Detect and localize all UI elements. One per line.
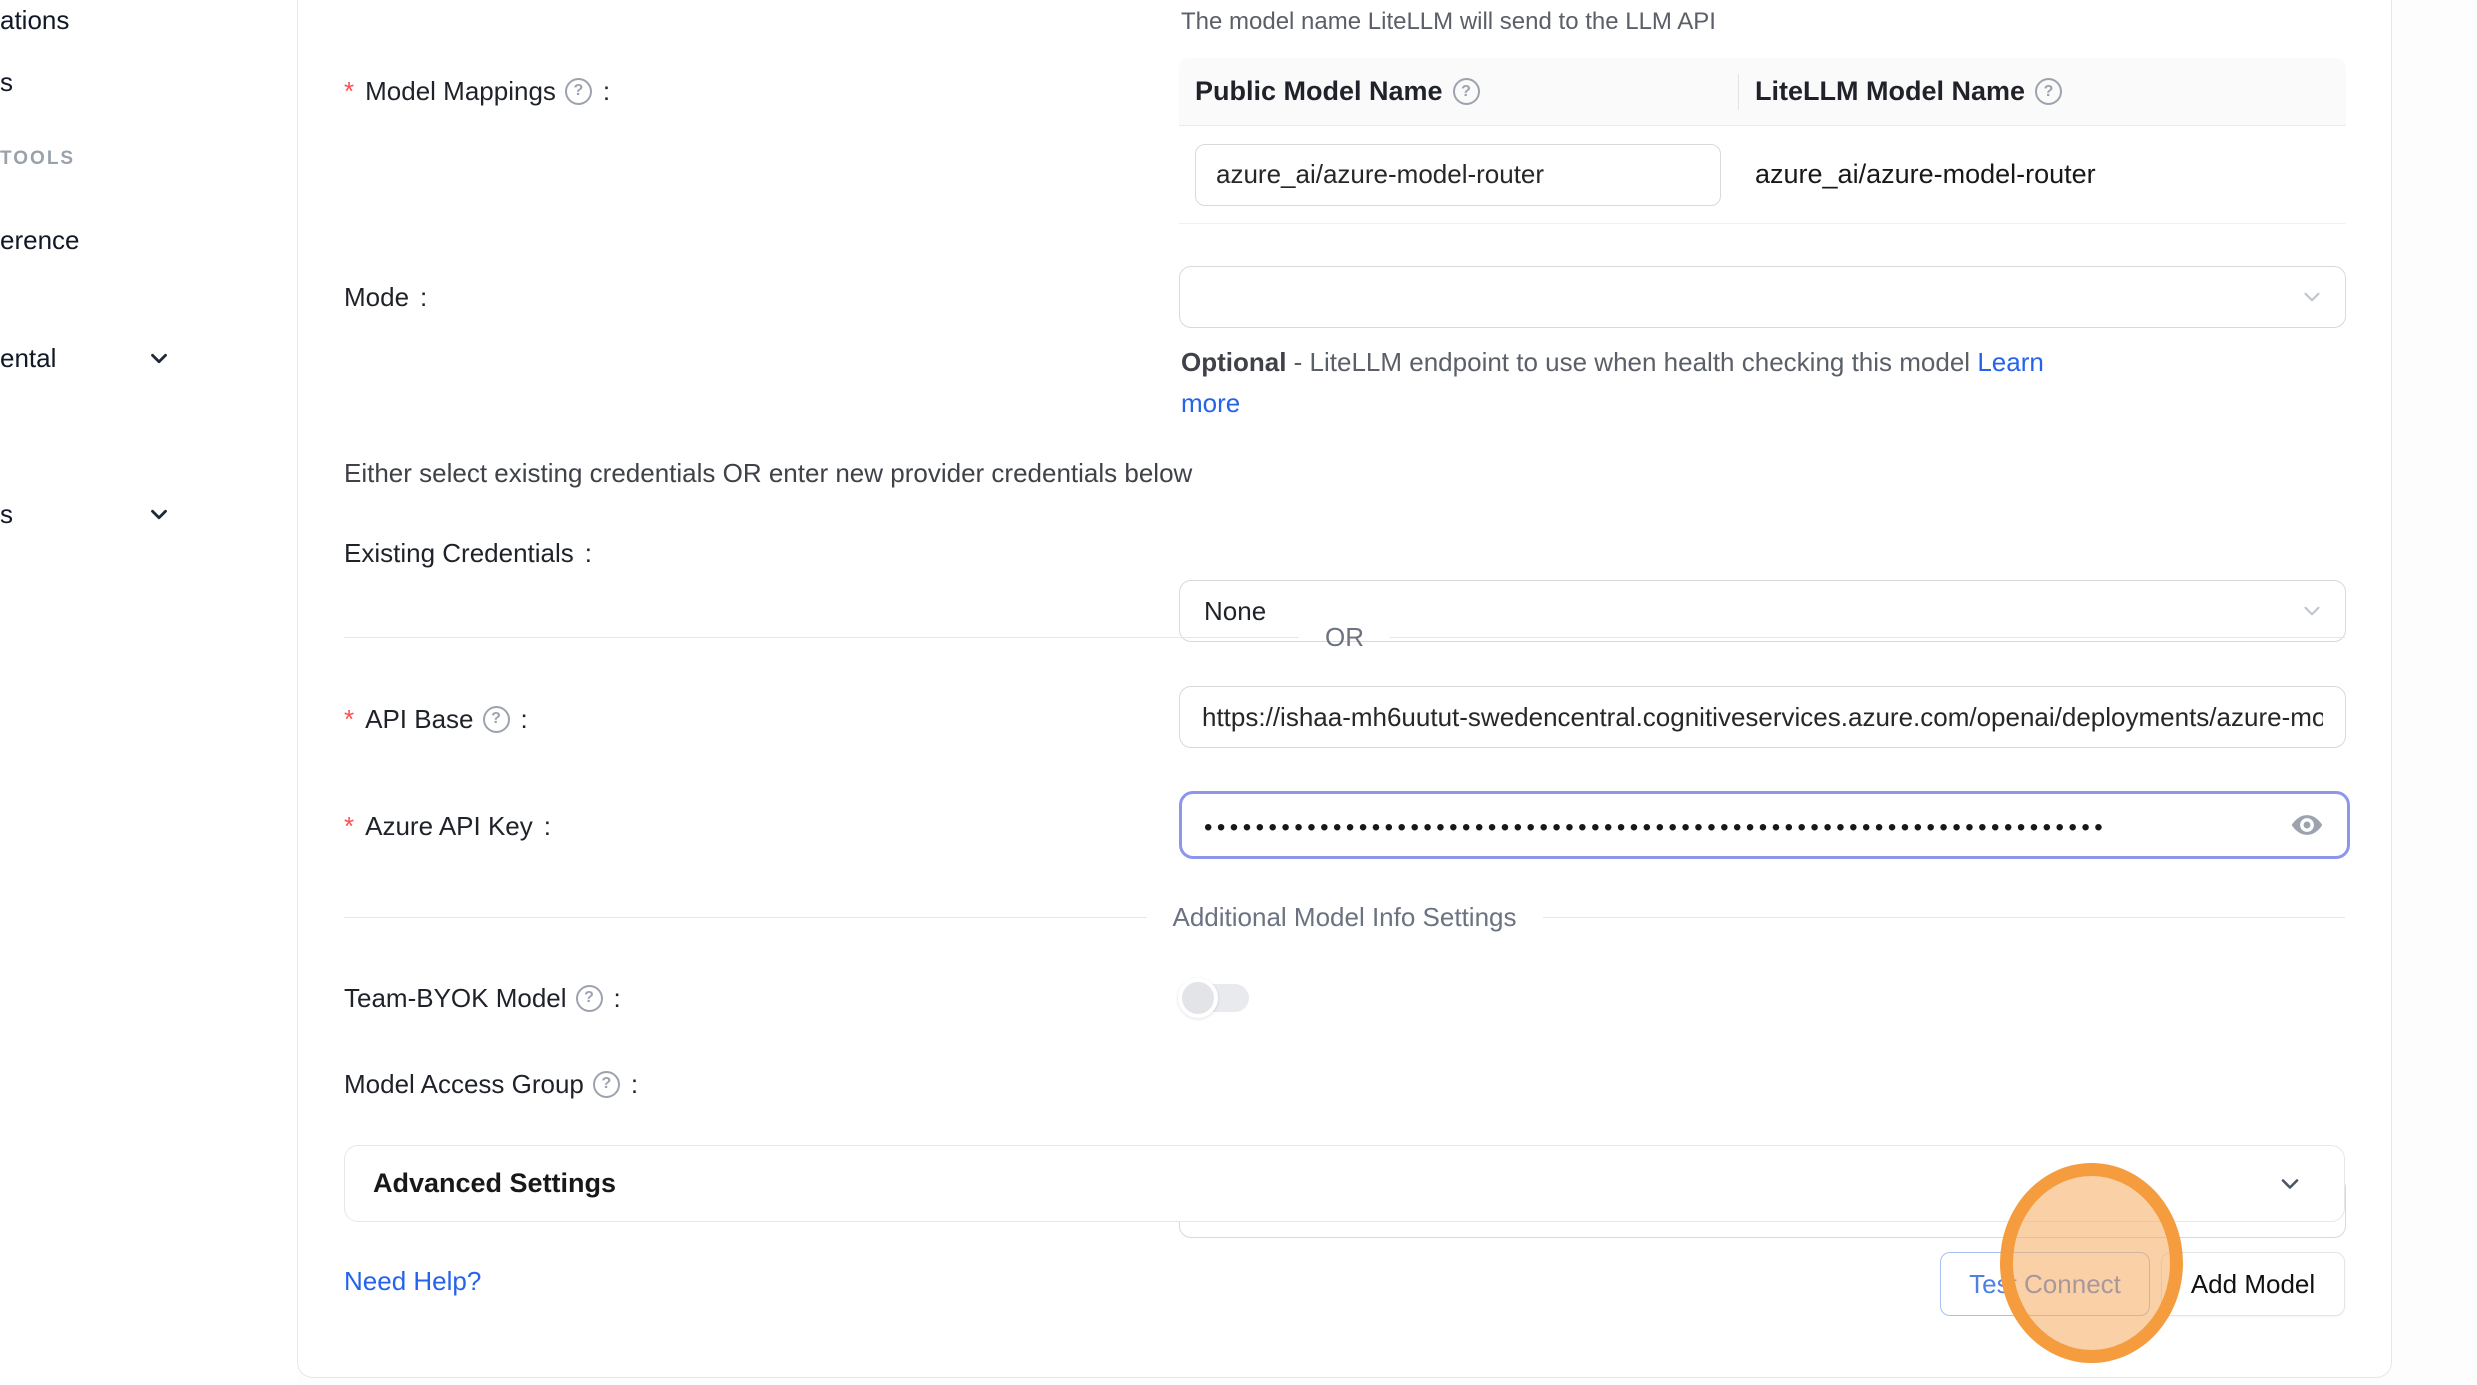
help-question-icon[interactable]: ? (483, 706, 510, 733)
masked-password-value: ••••••••••••••••••••••••••••••••••••••••… (1204, 810, 2289, 840)
team-byok-label: Team-BYOK Model ? : (344, 981, 621, 1015)
api-base-input[interactable] (1179, 686, 2346, 748)
sidebar-section-label: TOOLS (0, 148, 75, 170)
optional-bold: Optional (1181, 347, 1286, 377)
add-model-button[interactable]: Add Model (2161, 1252, 2345, 1316)
model-mappings-table: Public Model Name ? LiteLLM Model Name ?… (1179, 58, 2346, 224)
advanced-settings-title: Advanced Settings (373, 1168, 2276, 1199)
sidebar-section-tools: TOOLS (0, 146, 75, 172)
chevron-down-icon (146, 345, 172, 371)
api-base-label: * API Base ? : (344, 702, 528, 736)
chevron-down-icon (2276, 1170, 2304, 1198)
help-question-icon[interactable]: ? (565, 78, 592, 105)
sidebar-item-label: ations (0, 5, 69, 36)
sidebar-item-inference[interactable]: erence (0, 222, 80, 258)
required-asterisk: * (344, 76, 354, 107)
column-header-litellm-model-name: LiteLLM Model Name ? (1739, 58, 2346, 125)
mode-select[interactable] (1179, 266, 2346, 328)
help-question-icon[interactable]: ? (593, 1071, 620, 1098)
sidebar-item-models[interactable]: s (0, 64, 13, 100)
test-connect-button[interactable]: Test Connect (1940, 1252, 2150, 1316)
litellm-model-name-value: azure_ai/azure-model-router (1739, 159, 2346, 190)
chevron-down-icon (146, 501, 172, 527)
table-header-row: Public Model Name ? LiteLLM Model Name ? (1179, 58, 2346, 126)
mode-label: Mode : (344, 280, 427, 314)
additional-settings-divider: Additional Model Info Settings (344, 902, 2345, 933)
required-asterisk: * (344, 704, 354, 735)
help-question-icon[interactable]: ? (576, 985, 603, 1012)
need-help-link[interactable]: Need Help? (344, 1266, 481, 1297)
advanced-settings-panel[interactable]: Advanced Settings (344, 1145, 2345, 1222)
sidebar-item-label: erence (0, 225, 80, 256)
chevron-down-icon (2299, 598, 2325, 624)
azure-api-key-input[interactable]: ••••••••••••••••••••••••••••••••••••••••… (1179, 791, 2350, 859)
or-divider: OR (344, 622, 2345, 653)
column-header-public-model-name: Public Model Name ? (1179, 58, 1739, 125)
sidebar: ations s TOOLS erence ental s (0, 0, 297, 1385)
eye-icon[interactable] (2289, 807, 2325, 843)
required-asterisk: * (344, 811, 354, 842)
model-name-help-text: The model name LiteLLM will send to the … (1181, 8, 1716, 36)
model-access-group-label: Model Access Group ? : (344, 1067, 638, 1101)
model-mappings-label: * Model Mappings ? : (344, 74, 610, 108)
sidebar-item-organizations[interactable]: ations (0, 2, 69, 38)
public-model-name-input[interactable] (1195, 144, 1721, 206)
help-question-icon[interactable]: ? (1453, 78, 1480, 105)
chevron-down-icon (2299, 284, 2325, 310)
toggle-knob (1178, 978, 1218, 1018)
azure-api-key-label: * Azure API Key : (344, 809, 551, 843)
sidebar-item-label: ental (0, 343, 56, 374)
team-byok-toggle[interactable] (1181, 984, 1249, 1012)
sidebar-item-settings[interactable]: s (0, 496, 190, 532)
sidebar-item-experimental[interactable]: ental (0, 340, 190, 376)
add-model-page: ations s TOOLS erence ental s The model … (0, 0, 2477, 1385)
help-question-icon[interactable]: ? (2035, 78, 2062, 105)
table-row: azure_ai/azure-model-router (1179, 126, 2346, 224)
sidebar-item-label: s (0, 67, 13, 98)
credentials-note: Either select existing credentials OR en… (344, 458, 1192, 489)
mode-help-text: Optional - LiteLLM endpoint to use when … (1181, 342, 2181, 424)
sidebar-item-label: s (0, 499, 13, 530)
existing-credentials-label: Existing Credentials : (344, 536, 592, 570)
